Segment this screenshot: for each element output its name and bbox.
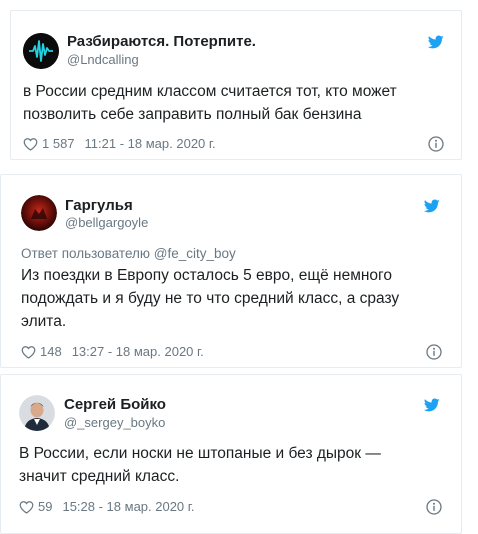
- info-icon[interactable]: [426, 499, 442, 515]
- tweet-timestamp[interactable]: 15:28 - 18 мар. 2020 г.: [62, 499, 194, 514]
- tweet-meta: 59 15:28 - 18 мар. 2020 г.: [19, 499, 195, 514]
- like-count[interactable]: 59: [38, 499, 52, 514]
- info-icon[interactable]: [426, 344, 442, 360]
- avatar-portrait-icon: [19, 395, 55, 431]
- heart-icon[interactable]: [21, 345, 36, 359]
- tweet-text: Из поездки в Европу осталось 5 евро, ещё…: [21, 267, 400, 330]
- avatar-waveform-icon: [23, 33, 59, 69]
- tweet-timestamp[interactable]: 13:27 - 18 мар. 2020 г.: [72, 344, 204, 359]
- author-name[interactable]: Гаргулья: [65, 197, 133, 214]
- reply-to-label[interactable]: Ответ пользователю @fe_city_boy: [21, 246, 236, 261]
- author-handle[interactable]: @bellgargoyle: [65, 215, 148, 230]
- tweet-card: Сергей Бойко @_sergey_boyko В России, ес…: [0, 374, 462, 534]
- avatar-gargoyle-icon: [21, 195, 57, 231]
- tweet-text: в России средним классом считается тот, …: [23, 83, 397, 123]
- twitter-bird-icon[interactable]: [427, 34, 445, 50]
- twitter-bird-icon[interactable]: [423, 198, 441, 214]
- heart-icon[interactable]: [19, 500, 34, 514]
- tweet-card: Разбираются. Потерпите. @Lndcalling в Ро…: [10, 10, 462, 160]
- like-count[interactable]: 148: [40, 344, 62, 359]
- author-name[interactable]: Сергей Бойко: [64, 396, 166, 413]
- tweet-meta: 148 13:27 - 18 мар. 2020 г.: [21, 344, 204, 359]
- tweet-card: Гаргулья @bellgargoyle Ответ пользовател…: [0, 174, 462, 368]
- twitter-bird-icon[interactable]: [423, 397, 441, 413]
- heart-icon[interactable]: [23, 137, 38, 151]
- avatar[interactable]: [23, 33, 59, 69]
- info-icon[interactable]: [428, 136, 444, 152]
- author-handle[interactable]: @_sergey_boyko: [64, 415, 165, 430]
- avatar[interactable]: [19, 395, 55, 431]
- like-count[interactable]: 1 587: [42, 136, 75, 151]
- tweet-text: В России, если носки не штопаные и без д…: [19, 445, 381, 485]
- author-handle[interactable]: @Lndcalling: [67, 52, 139, 67]
- avatar[interactable]: [21, 195, 57, 231]
- tweet-timestamp[interactable]: 11:21 - 18 мар. 2020 г.: [85, 136, 216, 151]
- tweet-meta: 1 587 11:21 - 18 мар. 2020 г.: [23, 136, 216, 151]
- author-name[interactable]: Разбираются. Потерпите.: [67, 33, 256, 50]
